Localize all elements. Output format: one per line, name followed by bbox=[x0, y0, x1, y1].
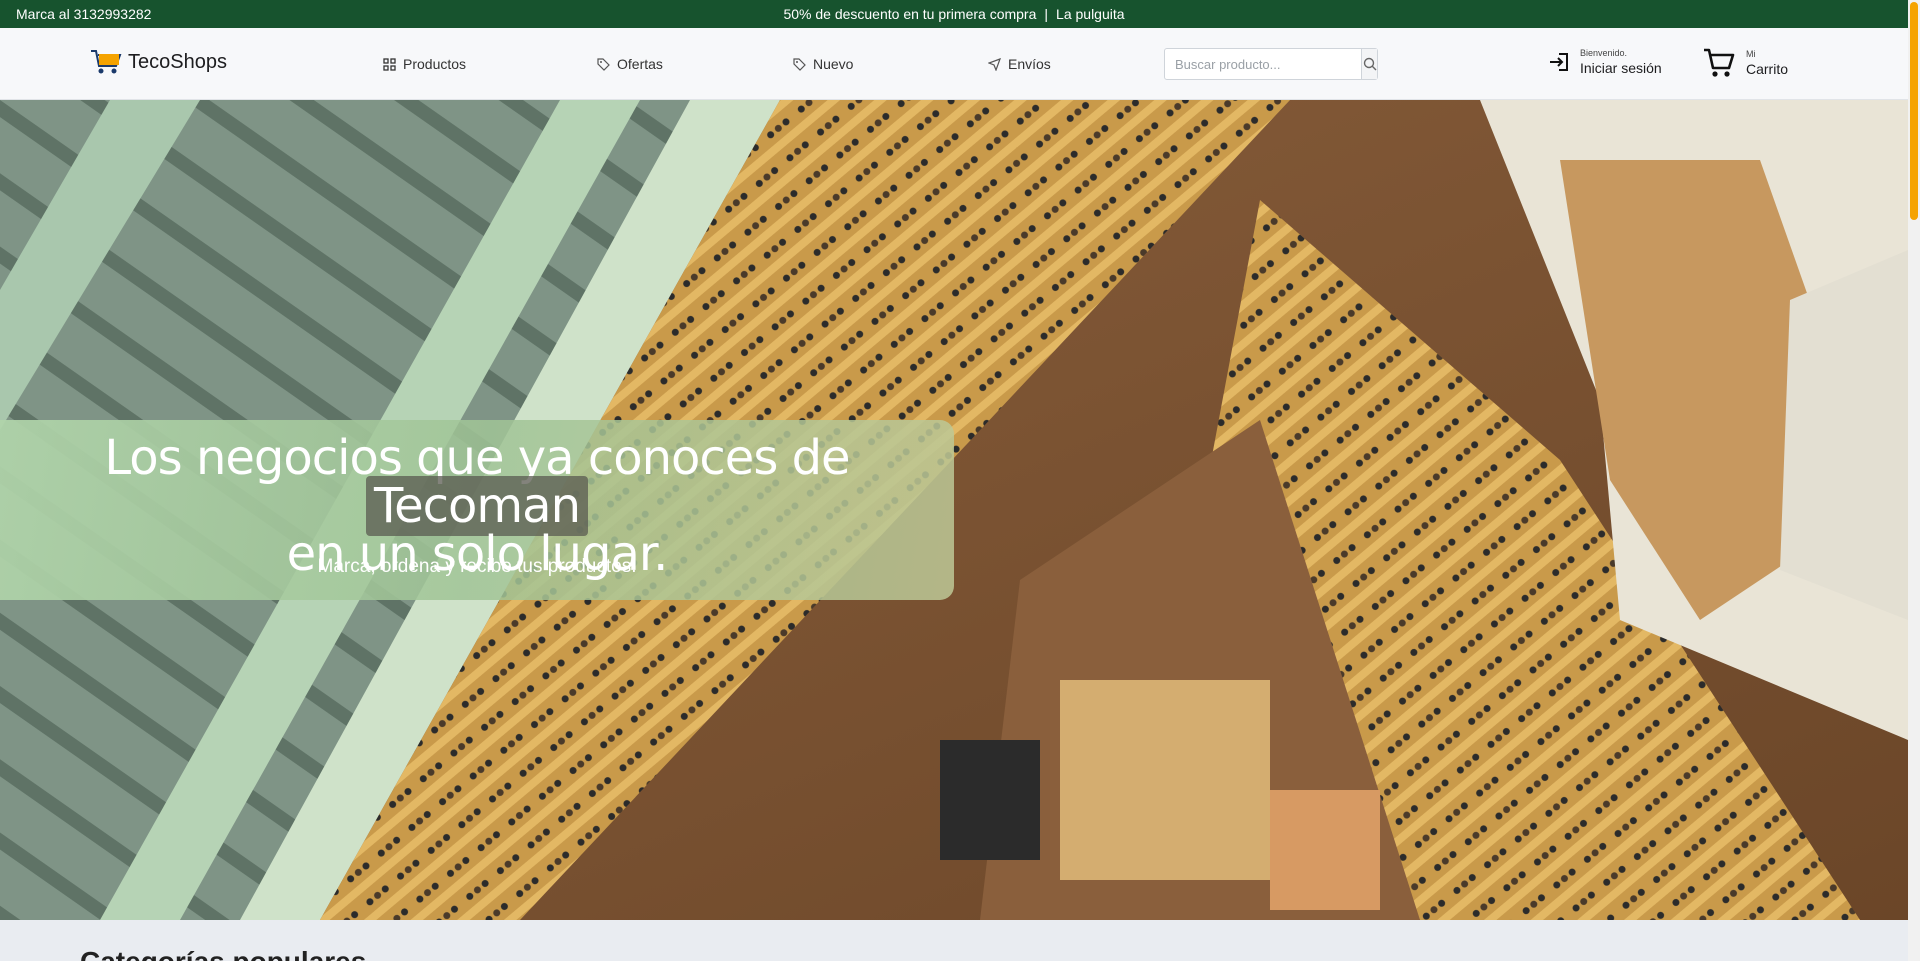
logo[interactable]: TecoShops bbox=[90, 48, 227, 76]
nav-nuevo[interactable]: Nuevo bbox=[793, 56, 853, 72]
nav-label: Ofertas bbox=[617, 56, 663, 72]
tag-icon bbox=[793, 57, 806, 71]
announcement-bar: Marca al 3132993282 50% de descuento en … bbox=[0, 0, 1908, 28]
categories-heading: Categorías populares bbox=[80, 946, 366, 961]
login-label: Iniciar sesión bbox=[1580, 60, 1662, 76]
nav-envios[interactable]: Envíos bbox=[988, 56, 1051, 72]
nav-productos[interactable]: Productos bbox=[383, 56, 466, 72]
hero-subtitle: Marca, ordena y recibe tus productos. bbox=[317, 556, 637, 577]
cart-button[interactable]: Mi Carrito bbox=[1702, 46, 1788, 80]
login-icon bbox=[1550, 53, 1568, 71]
hero-text-box: Los negocios que ya conoces de Tecoman e… bbox=[0, 420, 954, 600]
popular-categories-section: Categorías populares bbox=[0, 920, 1908, 961]
search-input[interactable] bbox=[1165, 49, 1361, 79]
store-name: La pulguita bbox=[1056, 6, 1125, 22]
nav-label: Productos bbox=[403, 56, 467, 72]
hero-banner: Los negocios que ya conoces de Tecoman e… bbox=[0, 100, 1908, 920]
search-button[interactable] bbox=[1361, 49, 1377, 79]
login-button[interactable]: Bienvenido. Iniciar sesión bbox=[1548, 48, 1662, 76]
send-icon bbox=[988, 57, 1001, 71]
site-header: TecoShops Productos Ofertas Nuevo Envíos… bbox=[0, 28, 1908, 100]
scrollbar-thumb[interactable] bbox=[1910, 2, 1918, 220]
cart-text: Mi Carrito bbox=[1746, 49, 1788, 77]
promo-separator: | bbox=[1044, 6, 1049, 22]
nav-ofertas[interactable]: Ofertas bbox=[597, 56, 663, 72]
nav-label: Nuevo bbox=[813, 56, 854, 72]
tag-icon bbox=[597, 57, 610, 71]
search-icon bbox=[1363, 57, 1376, 71]
search-box bbox=[1164, 48, 1378, 80]
promo-banner: 50% de descuento en tu primera compra | La… bbox=[0, 6, 1908, 22]
promo-text: 50% de descuento en tu primera compra bbox=[783, 6, 1037, 22]
scrollbar[interactable] bbox=[1908, 0, 1920, 961]
cart-label: Carrito bbox=[1746, 61, 1789, 77]
welcome-label: Bienvenido. bbox=[1580, 48, 1628, 58]
my-label: Mi bbox=[1746, 49, 1756, 59]
grid-icon bbox=[383, 57, 396, 71]
login-text: Bienvenido. Iniciar sesión bbox=[1580, 48, 1662, 76]
shopping-cart-icon bbox=[1704, 48, 1735, 77]
shopping-cart-logo-icon bbox=[91, 50, 122, 74]
nav-label: Envíos bbox=[1008, 56, 1051, 72]
brand-name: TecoShops bbox=[128, 50, 227, 73]
